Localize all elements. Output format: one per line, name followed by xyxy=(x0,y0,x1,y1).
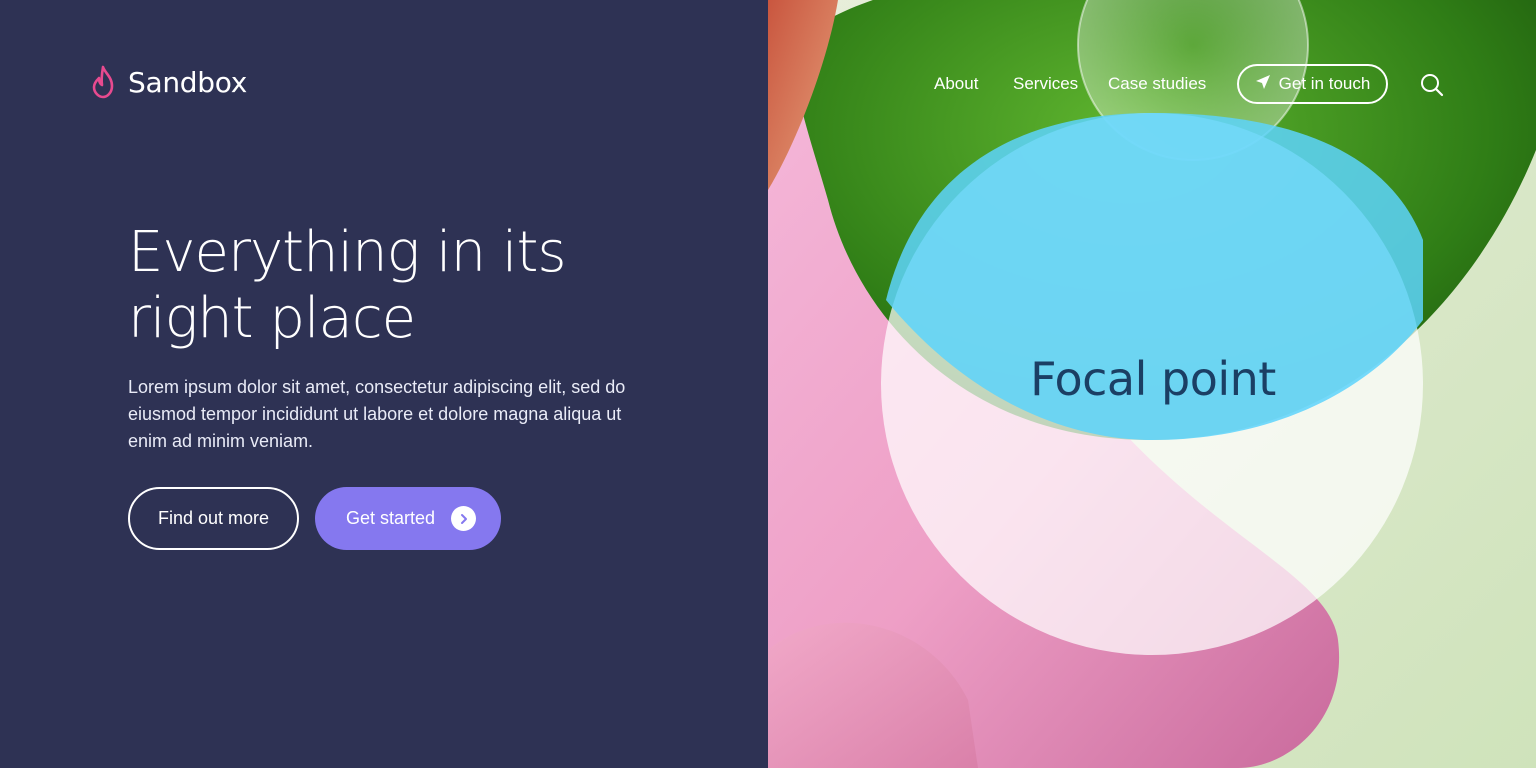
nav-services-link[interactable]: Services xyxy=(1013,74,1078,94)
paper-plane-icon xyxy=(1255,74,1271,95)
find-out-more-label: Find out more xyxy=(157,508,270,528)
main-navigation: About Services Case studies Get in touch xyxy=(0,64,1536,104)
get-in-touch-label: Get in touch xyxy=(1278,74,1371,93)
find-out-more-button[interactable]: Find out more xyxy=(128,487,299,550)
hero-description: Lorem ipsum dolor sit amet, consectetur … xyxy=(128,377,626,451)
get-started-button[interactable]: Get started xyxy=(315,487,501,550)
hero-title-line-2: right place xyxy=(128,286,416,351)
nav-case-studies-link[interactable]: Case studies xyxy=(1108,74,1206,94)
get-started-label: Get started xyxy=(345,508,436,528)
search-icon[interactable] xyxy=(1419,72,1445,98)
hero-title: Everything in its right place xyxy=(128,220,688,352)
get-in-touch-button[interactable]: Get in touch xyxy=(1237,64,1388,104)
focal-point-label: Focal point xyxy=(1030,352,1276,406)
chevron-right-icon xyxy=(451,506,477,531)
hero-title-line-1: Everything in its xyxy=(128,220,567,285)
nav-about-link[interactable]: About xyxy=(934,74,978,94)
